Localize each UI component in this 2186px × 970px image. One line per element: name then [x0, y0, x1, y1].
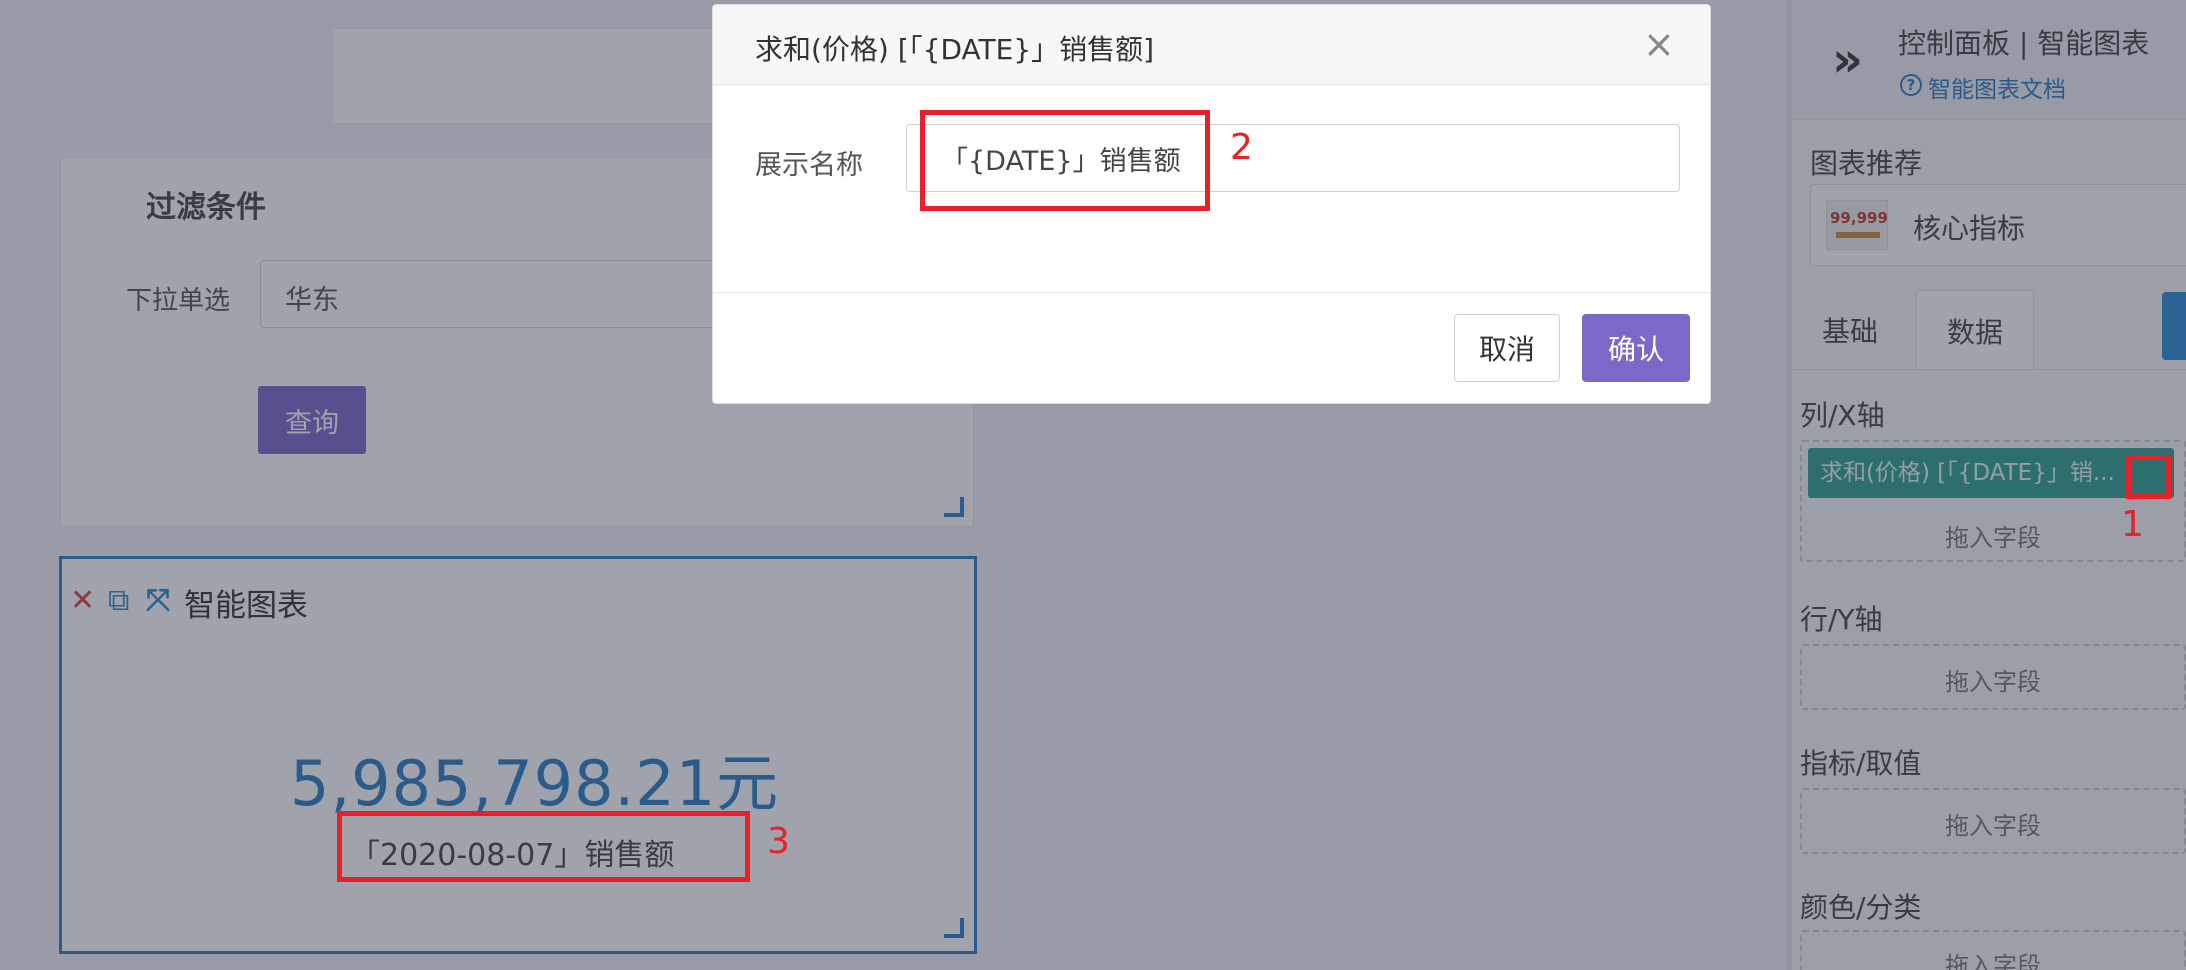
close-icon[interactable]: ×: [1643, 24, 1675, 64]
annotation-number-3: 3: [767, 821, 790, 862]
annotation-number-2: 2: [1230, 127, 1253, 168]
dialog-title: 求和(价格) [「{DATE}」销售额]: [755, 33, 1155, 66]
annotation-box-1: [2126, 455, 2171, 499]
cancel-button[interactable]: 取消: [1454, 314, 1560, 382]
confirm-button[interactable]: 确认: [1582, 314, 1690, 382]
annotation-number-1: 1: [2121, 504, 2144, 545]
dialog-footer-divider: [713, 292, 1710, 293]
annotation-box-2: [920, 110, 1210, 211]
display-name-label: 展示名称: [755, 150, 863, 181]
annotation-box-3: [337, 811, 750, 882]
